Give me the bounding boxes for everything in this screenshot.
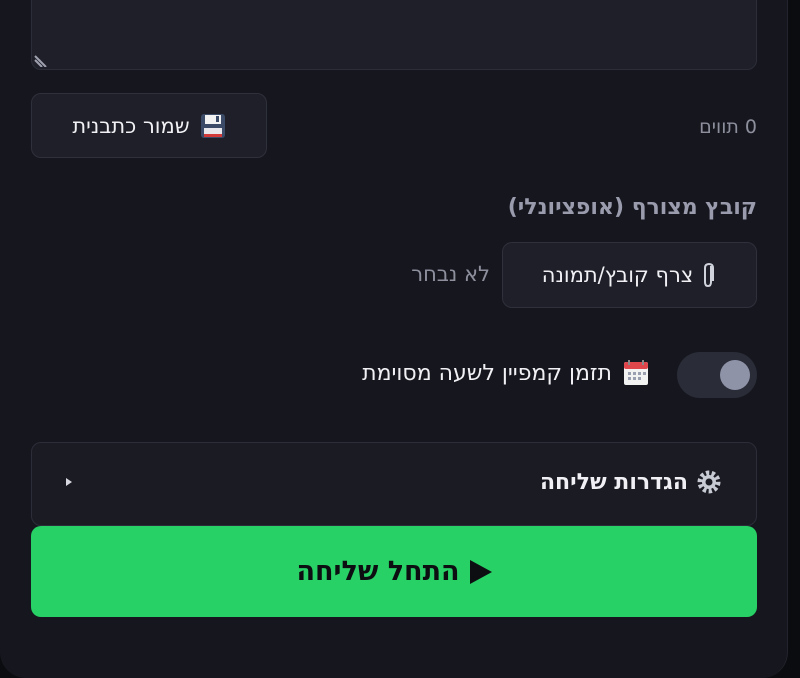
start-sending-button[interactable]: התחל שליחה: [31, 526, 757, 617]
save-template-label: שמור כתבנית: [72, 113, 190, 138]
schedule-label: תזמן קמפיין לשעה מסוימת: [362, 360, 612, 386]
floppy-disk-icon: [200, 113, 225, 138]
attachment-section-label: קובץ מצורף (אופציונלי): [507, 195, 757, 220]
chevron-right-icon: [66, 478, 72, 486]
attach-file-label: צרף קובץ/תמונה: [541, 263, 694, 287]
resize-grip-icon[interactable]: [33, 51, 49, 67]
send-settings-collapsible[interactable]: הגדרות שליחה: [31, 442, 757, 526]
gear-icon: [697, 470, 721, 494]
schedule-label-group: תזמן קמפיין לשעה מסוימת: [362, 359, 650, 387]
settings-title-group: הגדרות שליחה: [540, 469, 722, 495]
save-template-button[interactable]: שמור כתבנית: [31, 93, 267, 158]
paperclip-icon: [704, 262, 715, 288]
play-icon: [469, 559, 492, 584]
start-sending-label: התחל שליחה: [296, 556, 460, 587]
calendar-icon: [624, 360, 648, 385]
toggle-knob: [720, 360, 750, 390]
attach-file-button[interactable]: צרף קובץ/תמונה: [502, 242, 757, 308]
schedule-toggle[interactable]: [677, 352, 757, 398]
message-textarea[interactable]: [31, 0, 757, 70]
file-status: לא נבחר: [411, 262, 490, 286]
settings-title: הגדרות שליחה: [539, 469, 688, 495]
char-count: 0 תווים: [699, 116, 757, 138]
